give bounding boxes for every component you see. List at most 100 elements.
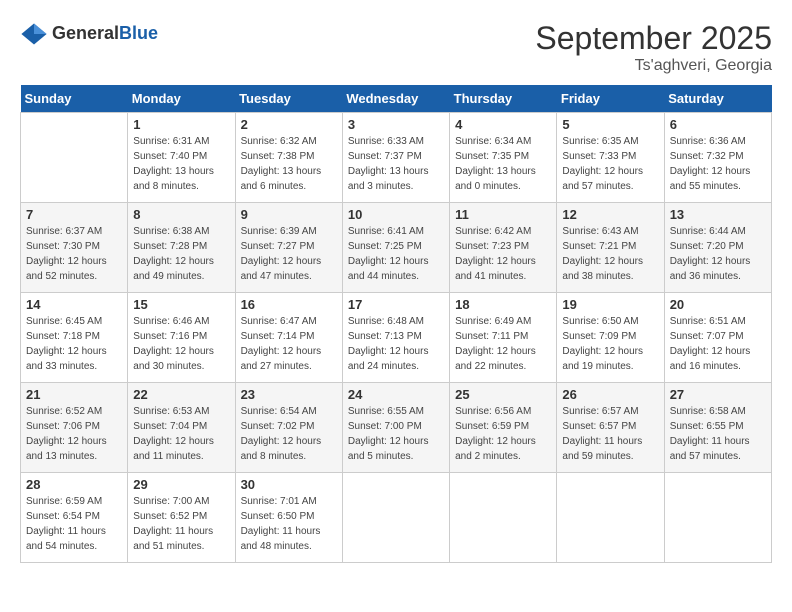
weekday-header-saturday: Saturday (664, 85, 771, 113)
calendar-cell: 20 Sunrise: 6:51 AMSunset: 7:07 PMDayligh… (664, 293, 771, 383)
day-number: 23 (241, 387, 337, 402)
calendar-cell: 7 Sunrise: 6:37 AMSunset: 7:30 PMDaylight… (21, 203, 128, 293)
logo-text-blue: Blue (119, 23, 158, 43)
calendar-cell: 13 Sunrise: 6:44 AMSunset: 7:20 PMDayligh… (664, 203, 771, 293)
calendar-cell: 11 Sunrise: 6:42 AMSunset: 7:23 PMDayligh… (450, 203, 557, 293)
logo-text-general: General (52, 23, 119, 43)
day-number: 24 (348, 387, 444, 402)
day-info: Sunrise: 6:42 AMSunset: 7:23 PMDaylight:… (455, 224, 551, 284)
day-number: 16 (241, 297, 337, 312)
calendar-cell: 6Sunrise: 6:36 AMSunset: 7:32 PMDaylight… (664, 113, 771, 203)
day-info: Sunrise: 6:38 AMSunset: 7:28 PMDaylight:… (133, 224, 229, 284)
calendar-cell: 9 Sunrise: 6:39 AMSunset: 7:27 PMDaylight… (235, 203, 342, 293)
day-info: Sunrise: 7:01 AMSunset: 6:50 PMDaylight:… (241, 494, 337, 554)
calendar-cell: 14 Sunrise: 6:45 AMSunset: 7:18 PMDayligh… (21, 293, 128, 383)
day-number: 27 (670, 387, 766, 402)
day-number: 17 (348, 297, 444, 312)
calendar-cell: 17 Sunrise: 6:48 AMSunset: 7:13 PMDayligh… (342, 293, 449, 383)
day-number: 15 (133, 297, 229, 312)
calendar-cell (557, 473, 664, 563)
day-info: Sunrise: 6:45 AMSunset: 7:18 PMDaylight:… (26, 314, 122, 374)
calendar-cell: 21 Sunrise: 6:52 AMSunset: 7:06 PMDayligh… (21, 383, 128, 473)
day-number: 25 (455, 387, 551, 402)
calendar-cell: 26 Sunrise: 6:57 AMSunset: 6:57 PMDayligh… (557, 383, 664, 473)
day-info: Sunrise: 6:44 AMSunset: 7:20 PMDaylight:… (670, 224, 766, 284)
day-number: 26 (562, 387, 658, 402)
day-info: Sunrise: 6:39 AMSunset: 7:27 PMDaylight:… (241, 224, 337, 284)
calendar-cell: 18Sunrise: 6:49 AMSunset: 7:11 PMDayligh… (450, 293, 557, 383)
location-title: Ts'aghveri, Georgia (535, 57, 772, 75)
day-info: Sunrise: 6:54 AMSunset: 7:02 PMDaylight:… (241, 404, 337, 464)
calendar-cell: 19 Sunrise: 6:50 AMSunset: 7:09 PMDayligh… (557, 293, 664, 383)
day-number: 10 (348, 207, 444, 222)
weekday-header-row: SundayMondayTuesdayWednesdayThursdayFrid… (21, 85, 772, 113)
logo-icon (20, 20, 48, 48)
calendar-cell: 12 Sunrise: 6:43 AMSunset: 7:21 PMDayligh… (557, 203, 664, 293)
day-number: 21 (26, 387, 122, 402)
day-number: 13 (670, 207, 766, 222)
day-info: Sunrise: 6:59 AMSunset: 6:54 PMDaylight:… (26, 494, 122, 554)
calendar-cell (342, 473, 449, 563)
day-info: Sunrise: 6:48 AMSunset: 7:13 PMDaylight:… (348, 314, 444, 374)
day-number: 6 (670, 117, 766, 132)
calendar-cell: 3 Sunrise: 6:33 AMSunset: 7:37 PMDaylight… (342, 113, 449, 203)
day-info: Sunrise: 6:31 AMSunset: 7:40 PMDaylight:… (133, 134, 229, 194)
day-number: 8 (133, 207, 229, 222)
calendar-week-row: 21 Sunrise: 6:52 AMSunset: 7:06 PMDayligh… (21, 383, 772, 473)
day-info: Sunrise: 6:52 AMSunset: 7:06 PMDaylight:… (26, 404, 122, 464)
title-section: September 2025 Ts'aghveri, Georgia (535, 20, 772, 75)
day-info: Sunrise: 6:35 AMSunset: 7:33 PMDaylight:… (562, 134, 658, 194)
calendar-week-row: 1 Sunrise: 6:31 AMSunset: 7:40 PMDaylight… (21, 113, 772, 203)
day-number: 4 (455, 117, 551, 132)
day-number: 19 (562, 297, 658, 312)
calendar-cell: 8 Sunrise: 6:38 AMSunset: 7:28 PMDaylight… (128, 203, 235, 293)
calendar-cell (21, 113, 128, 203)
month-title: September 2025 (535, 20, 772, 57)
day-number: 5 (562, 117, 658, 132)
day-number: 14 (26, 297, 122, 312)
day-info: Sunrise: 6:33 AMSunset: 7:37 PMDaylight:… (348, 134, 444, 194)
day-info: Sunrise: 6:57 AMSunset: 6:57 PMDaylight:… (562, 404, 658, 464)
calendar-cell: 23 Sunrise: 6:54 AMSunset: 7:02 PMDayligh… (235, 383, 342, 473)
day-number: 3 (348, 117, 444, 132)
day-info: Sunrise: 6:47 AMSunset: 7:14 PMDaylight:… (241, 314, 337, 374)
day-number: 11 (455, 207, 551, 222)
calendar-cell (664, 473, 771, 563)
day-number: 7 (26, 207, 122, 222)
calendar-cell: 15 Sunrise: 6:46 AMSunset: 7:16 PMDayligh… (128, 293, 235, 383)
day-number: 2 (241, 117, 337, 132)
calendar-cell: 5 Sunrise: 6:35 AMSunset: 7:33 PMDaylight… (557, 113, 664, 203)
calendar-cell: 25 Sunrise: 6:56 AMSunset: 6:59 PMDayligh… (450, 383, 557, 473)
day-info: Sunrise: 6:53 AMSunset: 7:04 PMDaylight:… (133, 404, 229, 464)
calendar-cell: 22 Sunrise: 6:53 AMSunset: 7:04 PMDayligh… (128, 383, 235, 473)
day-info: Sunrise: 6:41 AMSunset: 7:25 PMDaylight:… (348, 224, 444, 284)
day-number: 20 (670, 297, 766, 312)
day-number: 30 (241, 477, 337, 492)
calendar-cell: 30 Sunrise: 7:01 AMSunset: 6:50 PMDayligh… (235, 473, 342, 563)
day-info: Sunrise: 6:56 AMSunset: 6:59 PMDaylight:… (455, 404, 551, 464)
day-number: 28 (26, 477, 122, 492)
calendar-table: SundayMondayTuesdayWednesdayThursdayFrid… (20, 85, 772, 563)
day-number: 12 (562, 207, 658, 222)
day-number: 22 (133, 387, 229, 402)
day-info: Sunrise: 6:50 AMSunset: 7:09 PMDaylight:… (562, 314, 658, 374)
day-info: Sunrise: 6:37 AMSunset: 7:30 PMDaylight:… (26, 224, 122, 284)
day-number: 1 (133, 117, 229, 132)
day-number: 29 (133, 477, 229, 492)
calendar-cell: 16 Sunrise: 6:47 AMSunset: 7:14 PMDayligh… (235, 293, 342, 383)
day-info: Sunrise: 6:58 AMSunset: 6:55 PMDaylight:… (670, 404, 766, 464)
day-info: Sunrise: 6:43 AMSunset: 7:21 PMDaylight:… (562, 224, 658, 284)
day-info: Sunrise: 6:46 AMSunset: 7:16 PMDaylight:… (133, 314, 229, 374)
calendar-cell: 24Sunrise: 6:55 AMSunset: 7:00 PMDayligh… (342, 383, 449, 473)
calendar-cell: 4Sunrise: 6:34 AMSunset: 7:35 PMDaylight… (450, 113, 557, 203)
page-header: GeneralBlue September 2025 Ts'aghveri, G… (20, 20, 772, 75)
weekday-header-wednesday: Wednesday (342, 85, 449, 113)
weekday-header-monday: Monday (128, 85, 235, 113)
day-info: Sunrise: 6:51 AMSunset: 7:07 PMDaylight:… (670, 314, 766, 374)
day-info: Sunrise: 6:32 AMSunset: 7:38 PMDaylight:… (241, 134, 337, 194)
weekday-header-tuesday: Tuesday (235, 85, 342, 113)
day-number: 9 (241, 207, 337, 222)
day-info: Sunrise: 6:49 AMSunset: 7:11 PMDaylight:… (455, 314, 551, 374)
calendar-cell: 28 Sunrise: 6:59 AMSunset: 6:54 PMDayligh… (21, 473, 128, 563)
calendar-cell: 27 Sunrise: 6:58 AMSunset: 6:55 PMDayligh… (664, 383, 771, 473)
